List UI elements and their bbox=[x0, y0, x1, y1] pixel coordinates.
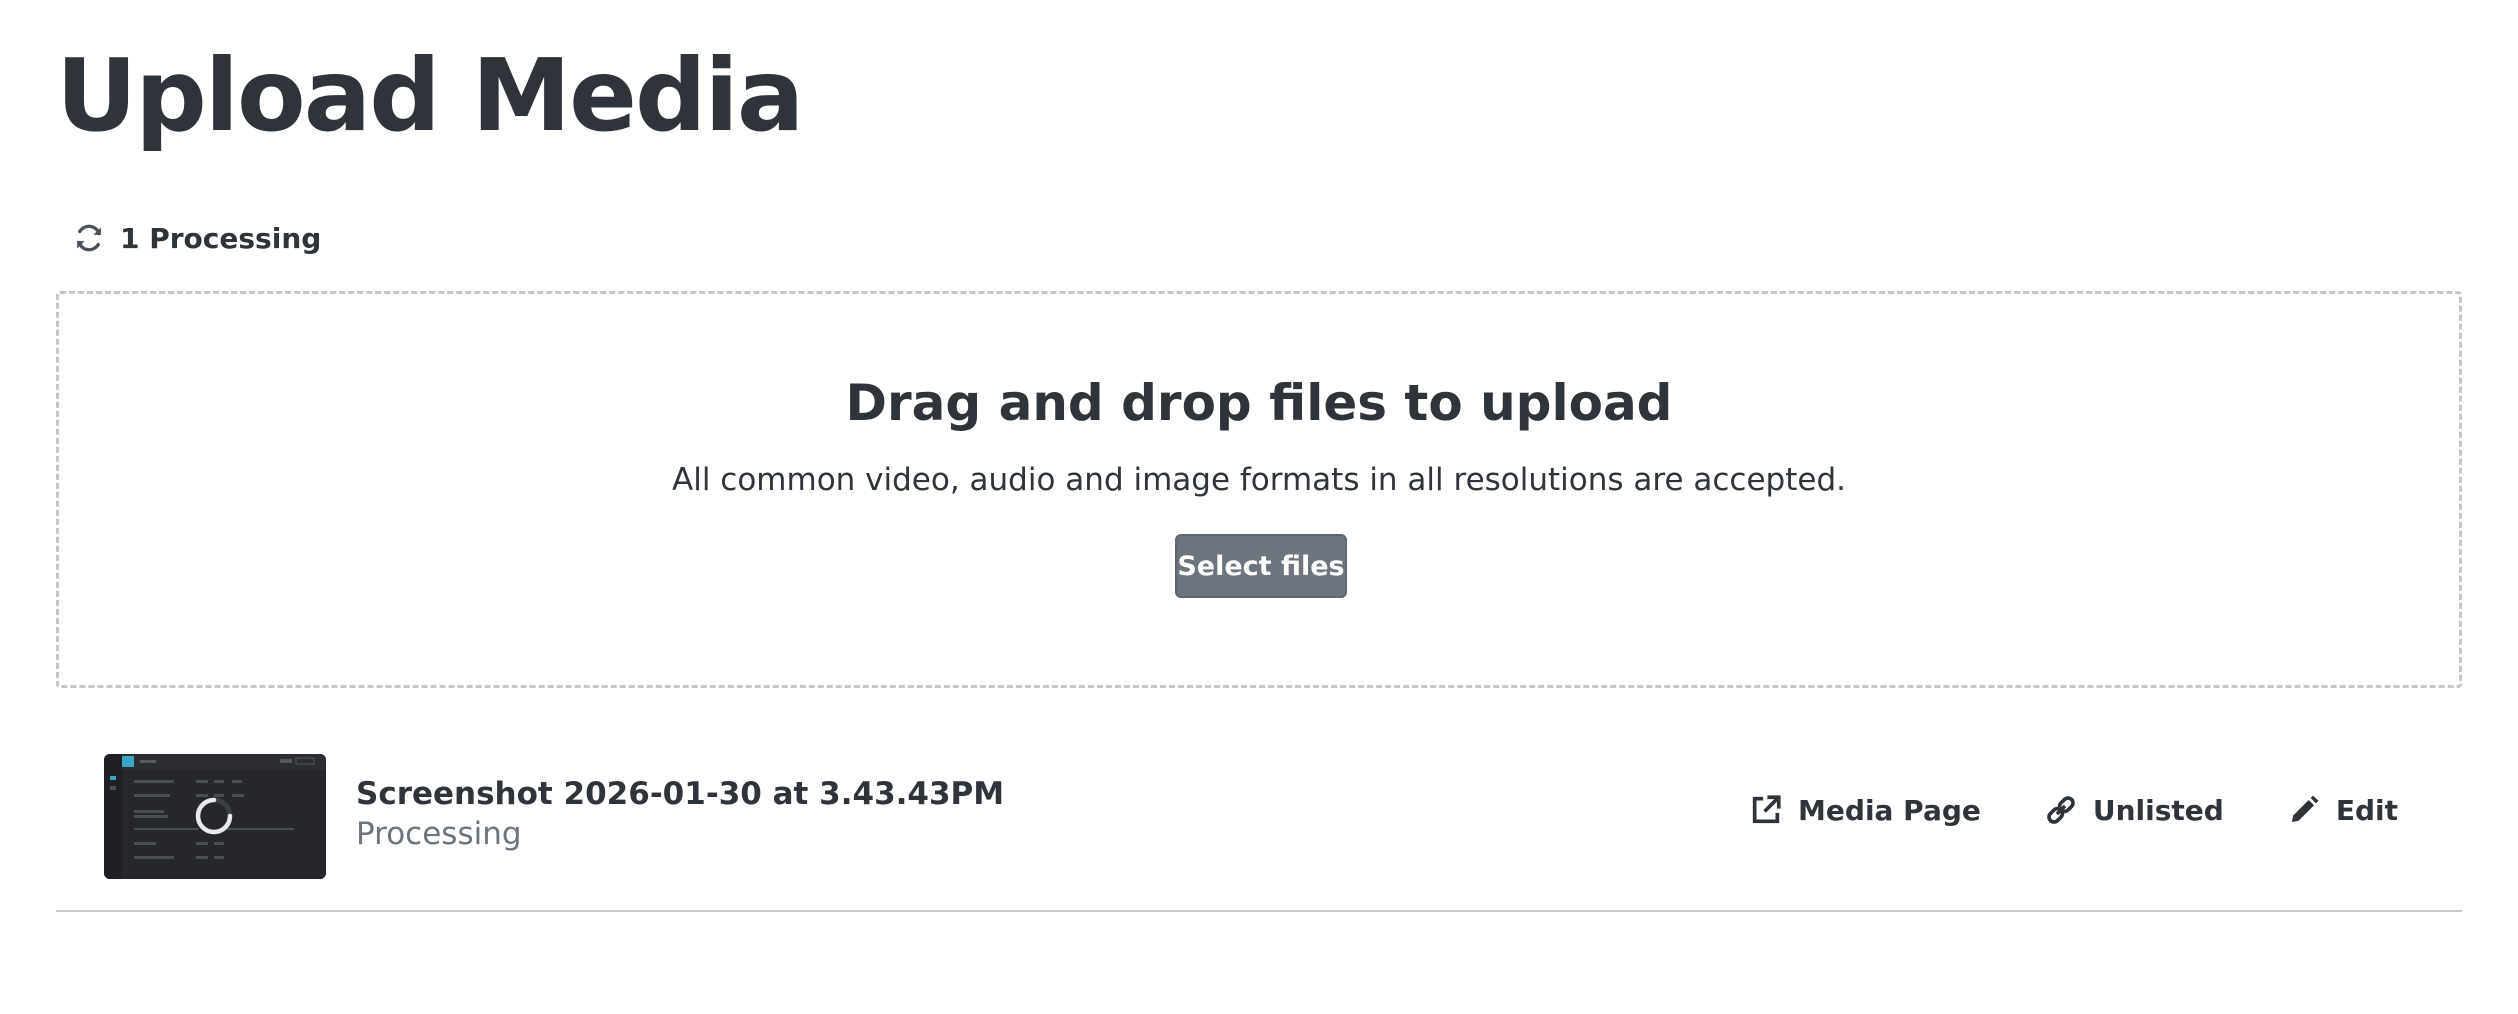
media-list-item: Screenshot 2026-01-30 at 3.43.43PM Proce… bbox=[56, 740, 2462, 912]
link-icon bbox=[2043, 792, 2079, 828]
visibility-unlisted-button[interactable]: Unlisted bbox=[2043, 792, 2224, 828]
media-page-link[interactable]: Media Page bbox=[1748, 792, 1981, 828]
unlisted-label: Unlisted bbox=[2092, 793, 2224, 827]
dropzone-title: Drag and drop files to upload bbox=[845, 374, 1673, 432]
upload-dropzone[interactable]: Drag and drop files to upload All common… bbox=[56, 291, 2462, 688]
media-status: Processing bbox=[356, 816, 522, 853]
processing-status: 1 Processing bbox=[72, 218, 321, 258]
external-link-icon bbox=[1748, 792, 1784, 828]
media-thumbnail[interactable] bbox=[104, 754, 326, 879]
media-actions: Media Page Unlisted Edit bbox=[1748, 792, 2398, 828]
select-files-button[interactable]: Select files bbox=[1175, 534, 1347, 598]
sync-icon bbox=[72, 221, 106, 255]
page-title: Upload Media bbox=[56, 37, 804, 154]
media-title[interactable]: Screenshot 2026-01-30 at 3.43.43PM bbox=[356, 774, 1004, 814]
pencil-icon bbox=[2286, 792, 2322, 828]
edit-label: Edit bbox=[2335, 793, 2398, 827]
media-page-label: Media Page bbox=[1798, 793, 1981, 827]
dropzone-subtitle: All common video, audio and image format… bbox=[672, 462, 1846, 498]
processing-count-label: 1 Processing bbox=[120, 221, 322, 255]
media-info: Screenshot 2026-01-30 at 3.43.43PM Proce… bbox=[356, 774, 1004, 855]
edit-button[interactable]: Edit bbox=[2286, 792, 2398, 828]
